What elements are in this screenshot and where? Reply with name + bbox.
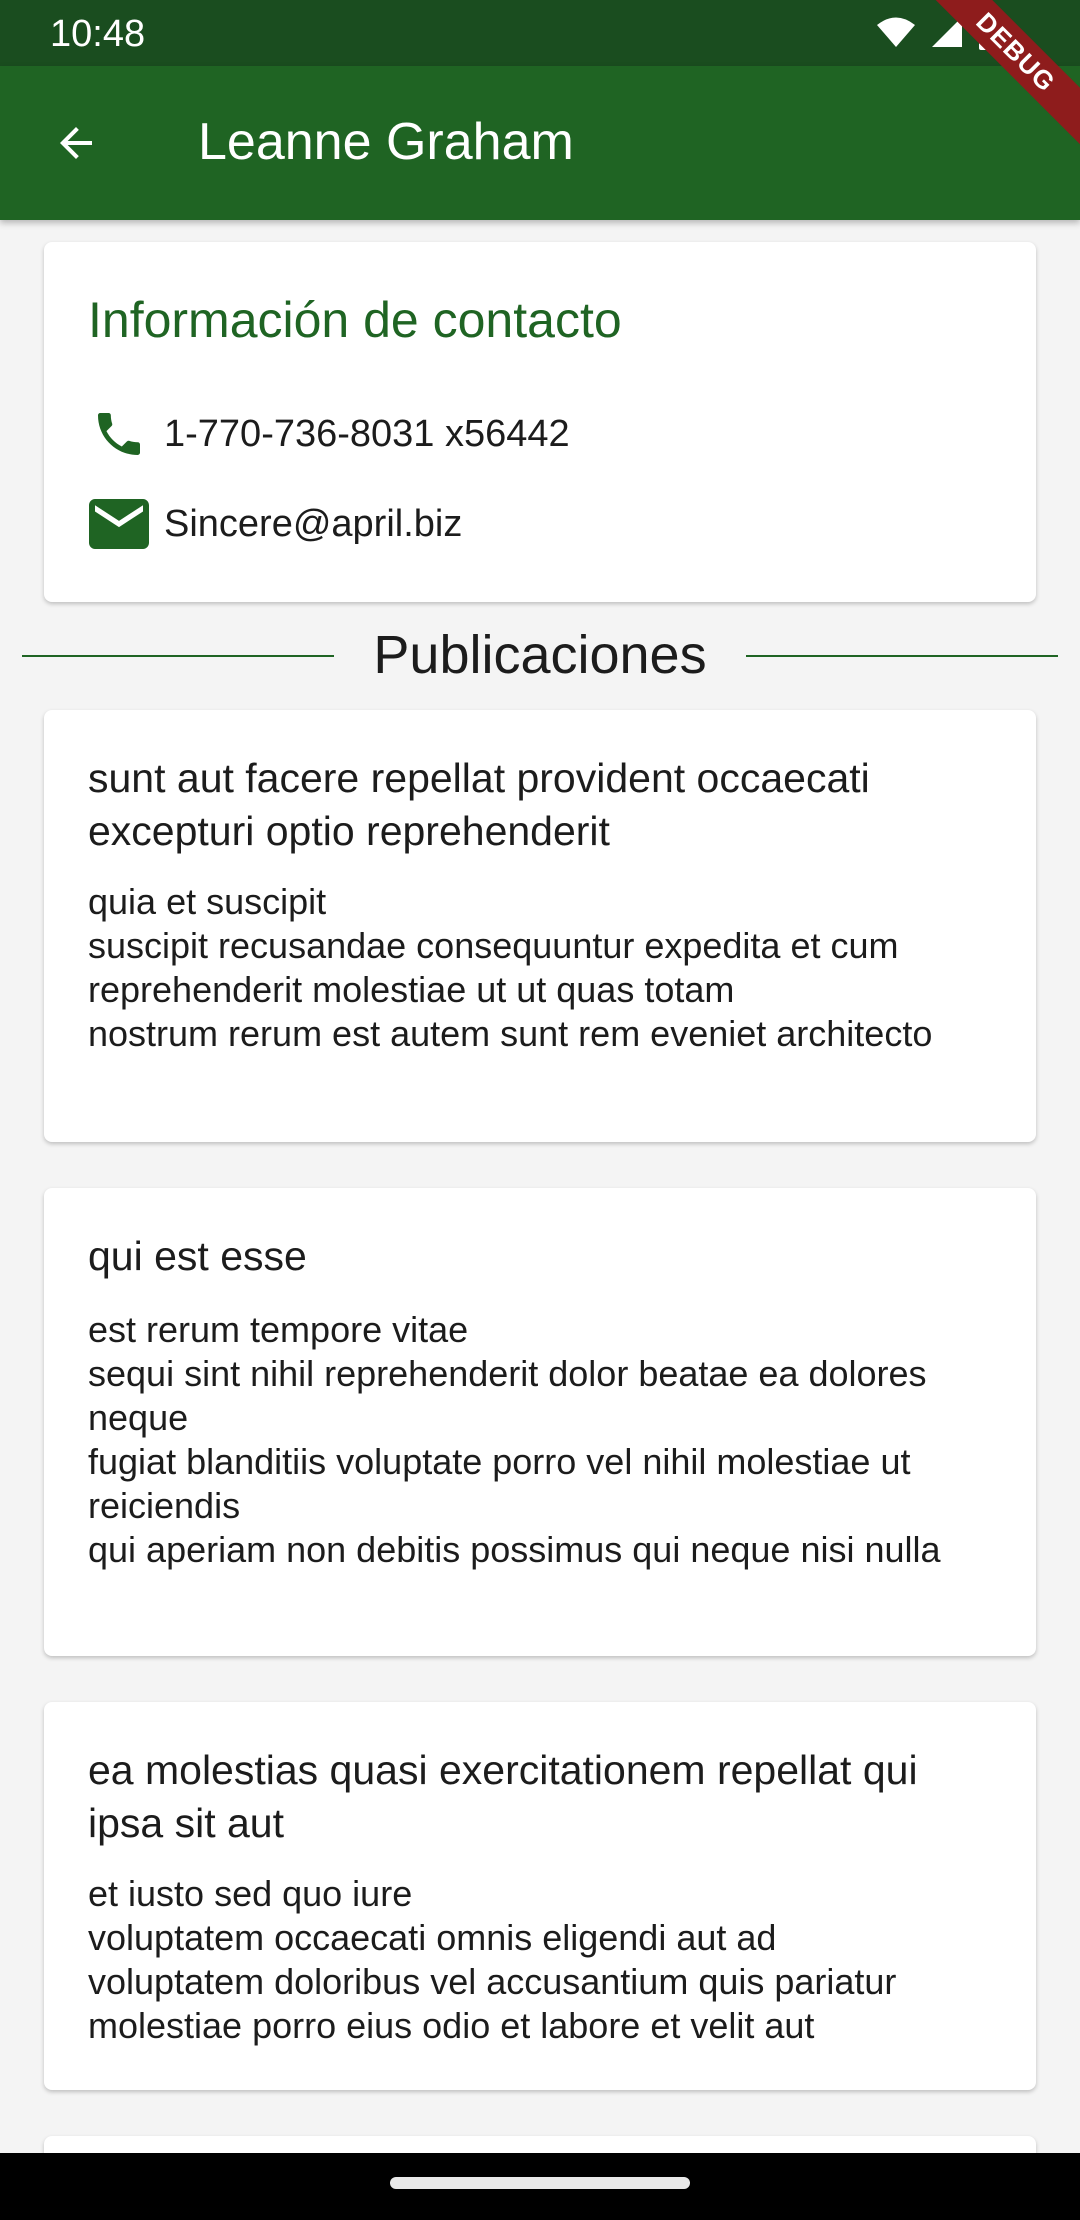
post-title: sunt aut facere repellat provident occae…	[88, 755, 870, 854]
post-card[interactable]: qui est esse est rerum tempore vitae seq…	[44, 1188, 1036, 1656]
email-icon	[88, 496, 150, 552]
post-card[interactable]: sunt aut facere repellat provident occae…	[44, 710, 1036, 1142]
debug-banner-label: DEBUG	[917, 0, 1080, 151]
contact-card: Información de contacto 1-770-736-8031 x…	[44, 242, 1036, 602]
section-title: Publicaciones	[22, 624, 1058, 686]
arrow-back-icon	[60, 127, 92, 159]
phone-icon	[88, 406, 150, 462]
post-body: et iusto sed quo iure voluptatem occaeca…	[88, 1873, 897, 2046]
contact-card-title: Información de contacto	[88, 292, 622, 348]
section-header: Publicaciones	[22, 618, 1058, 694]
contact-email-row[interactable]: Sincere@april.biz	[88, 496, 462, 552]
status-time: 10:48	[50, 13, 146, 55]
post-title: ea molestias quasi exercitationem repell…	[88, 1747, 918, 1846]
section-title-label: Publicaciones	[351, 625, 729, 685]
post-card[interactable]: ea molestias quasi exercitationem repell…	[44, 1702, 1036, 2090]
post-body: quia et suscipit suscipit recusandae con…	[88, 881, 933, 1054]
navigation-bar	[0, 2153, 1080, 2220]
post-title: qui est esse	[88, 1233, 307, 1279]
contact-phone-row[interactable]: 1-770-736-8031 x56442	[88, 406, 570, 462]
home-gesture-handle[interactable]	[390, 2177, 690, 2189]
debug-banner: DEBUG	[880, 0, 1080, 200]
contact-email: Sincere@april.biz	[164, 503, 463, 545]
contact-phone: 1-770-736-8031 x56442	[164, 413, 570, 455]
page-title: Leanne Graham	[198, 113, 574, 171]
post-body: est rerum tempore vitae sequi sint nihil…	[88, 1309, 941, 1570]
back-button[interactable]	[38, 110, 114, 176]
